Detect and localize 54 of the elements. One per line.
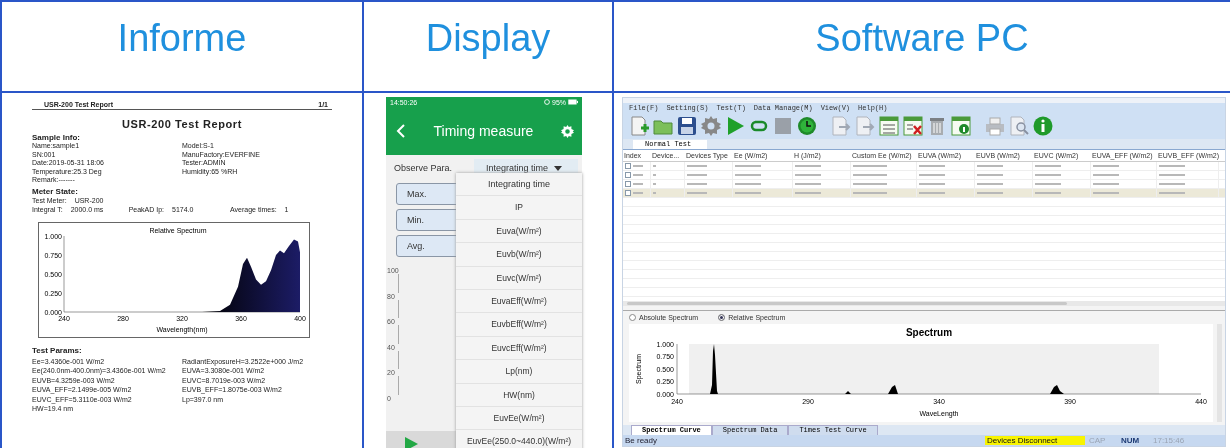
scrollbar-thumb[interactable] xyxy=(627,302,1067,305)
menu-option[interactable]: HW(nm) xyxy=(456,383,582,407)
report-title: USR-200 Test Report xyxy=(121,118,243,130)
save-icon[interactable] xyxy=(677,116,697,136)
column-heading: Informe xyxy=(117,16,247,61)
menu-option[interactable]: Euvb(W/m²) xyxy=(456,243,582,267)
back-icon[interactable] xyxy=(396,124,406,138)
menu-option[interactable]: EuvbEff(W/m²) xyxy=(456,313,582,337)
status-message: Be ready xyxy=(624,436,659,445)
menu-option[interactable]: EuvcEff(W/m²) xyxy=(456,336,582,361)
battery-icon xyxy=(568,99,578,105)
document-info-icon[interactable] xyxy=(951,116,971,136)
section-heading: Sample Info: xyxy=(32,133,81,142)
menu-option[interactable]: EuvEe(250.0~440.0)(W/m²) xyxy=(456,430,582,448)
checkbox[interactable] xyxy=(625,181,631,187)
checklist-cross-icon[interactable] xyxy=(903,116,923,136)
printer-icon[interactable] xyxy=(985,116,1005,136)
clock-icon[interactable] xyxy=(797,116,817,136)
menu-option[interactable]: Euva(W/m²) xyxy=(456,219,582,244)
document-arrow-icon[interactable] xyxy=(855,116,875,136)
menu-option[interactable]: Euvc(W/m²) xyxy=(456,266,582,290)
alarm-icon xyxy=(544,99,550,105)
checklist-icon[interactable] xyxy=(879,116,899,136)
menu-option[interactable]: EuvEe(W/m²) xyxy=(456,406,582,431)
screen-title: Timing measure xyxy=(433,123,534,139)
column-heading: Software PC xyxy=(815,16,1029,61)
menu-option[interactable]: IP xyxy=(456,196,582,220)
trash-icon[interactable] xyxy=(927,116,947,136)
connection-status: Devices Disconnect xyxy=(985,436,1085,445)
play-icon[interactable] xyxy=(725,116,745,136)
document-magnifier-icon[interactable] xyxy=(1009,116,1029,136)
checkbox[interactable] xyxy=(625,190,631,196)
new-document-icon[interactable] xyxy=(629,116,649,136)
column-heading: Display xyxy=(425,16,551,61)
menu-option[interactable]: EuvaEff(W/m²) xyxy=(456,289,582,314)
table-row[interactable] xyxy=(623,162,1225,171)
play-icon[interactable] xyxy=(404,437,418,448)
caret-icon xyxy=(554,165,563,171)
checkbox[interactable] xyxy=(625,163,631,169)
key-indicator: NUM xyxy=(1120,436,1141,445)
chart-title: Spectrum xyxy=(905,327,953,338)
horizontal-scrollbar[interactable] xyxy=(623,301,1225,306)
field-label: Observe Para. xyxy=(394,163,453,173)
key-indicator: CAP xyxy=(1088,436,1107,445)
menu-option[interactable]: Lp(nm) xyxy=(456,360,582,384)
document-arrow-icon[interactable] xyxy=(831,116,851,136)
info-icon[interactable] xyxy=(1033,116,1053,136)
section-heading: Meter State: xyxy=(32,186,79,196)
menu-option[interactable]: Integrating time xyxy=(456,173,582,197)
section-heading: Test Params: xyxy=(32,345,83,355)
table-row[interactable] xyxy=(623,171,1225,180)
checkbox[interactable] xyxy=(625,172,631,178)
settings-icon[interactable] xyxy=(561,124,574,138)
table-row[interactable] xyxy=(623,189,1225,198)
